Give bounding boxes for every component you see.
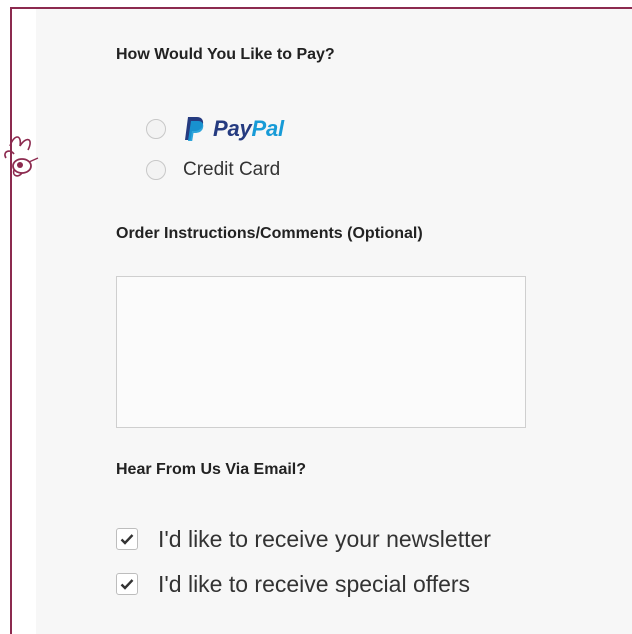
- comments-textarea[interactable]: [116, 276, 526, 428]
- email-heading: Hear From Us Via Email?: [116, 461, 306, 478]
- paypal-wordmark: PayPal: [213, 116, 284, 141]
- hummingbird-logo-icon: [4, 136, 39, 177]
- payment-option-paypal[interactable]: PayPal: [146, 116, 284, 142]
- newsletter-checkbox[interactable]: [116, 528, 138, 550]
- newsletter-label: I'd like to receive your newsletter: [158, 525, 491, 552]
- payment-option-credit-card[interactable]: Credit Card: [146, 157, 280, 183]
- checkmark-icon: [120, 579, 134, 590]
- paypal-logo-icon: [185, 117, 204, 141]
- comments-heading: Order Instructions/Comments (Optional): [116, 225, 423, 242]
- newsletter-option[interactable]: I'd like to receive your newsletter: [116, 525, 491, 553]
- checkmark-icon: [120, 534, 134, 545]
- credit-card-label: Credit Card: [183, 159, 281, 180]
- special-offers-checkbox[interactable]: [116, 573, 138, 595]
- paypal-logo: PayPal: [183, 116, 284, 142]
- payment-heading: How Would You Like to Pay?: [116, 46, 335, 63]
- paypal-radio[interactable]: [146, 119, 166, 139]
- special-offers-label: I'd like to receive special offers: [158, 570, 471, 597]
- credit-card-radio[interactable]: [146, 160, 166, 180]
- special-offers-option[interactable]: I'd like to receive special offers: [116, 570, 470, 598]
